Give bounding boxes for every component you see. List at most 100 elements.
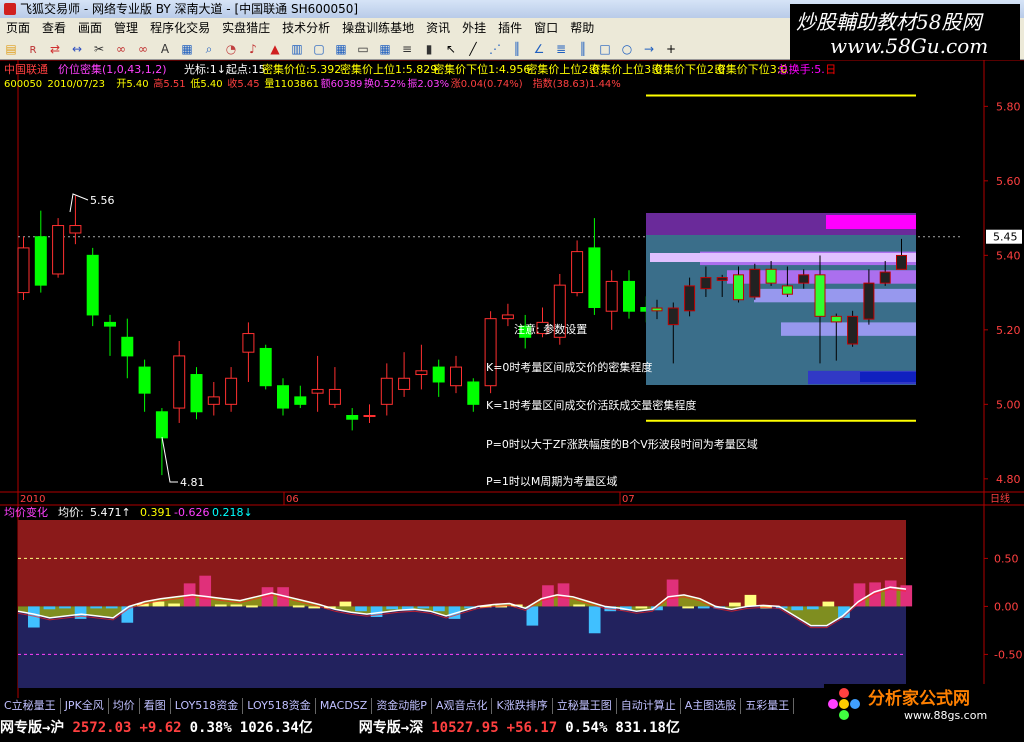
menu-item-9[interactable]: 外挂 xyxy=(456,18,492,38)
param-line: K=0时考量区间成交价的密集程度 xyxy=(486,360,652,374)
table-icon[interactable]: ▦ xyxy=(331,40,351,58)
text-icon[interactable]: A xyxy=(155,40,175,58)
indicator-tab[interactable]: LOY518资金 xyxy=(171,698,244,714)
sub-bar xyxy=(105,606,118,609)
thumb-candle xyxy=(879,271,891,284)
menu-item-12[interactable]: 帮助 xyxy=(564,18,600,38)
menu-item-11[interactable]: 窗口 xyxy=(528,18,564,38)
chart-icon[interactable]: ▥ xyxy=(287,40,307,58)
frame-icon[interactable]: ▭ xyxy=(353,40,373,58)
candle-body xyxy=(155,411,168,439)
indicator-tab[interactable]: 均价 xyxy=(109,698,140,714)
indicator-tab[interactable]: MACDSZ xyxy=(316,698,373,714)
low-label: 4.81 xyxy=(180,476,205,489)
indicator-tab[interactable]: A主图选股 xyxy=(681,698,742,714)
candle-body xyxy=(277,385,289,409)
candle-body xyxy=(121,336,134,357)
rect-icon[interactable]: □ xyxy=(595,40,615,58)
candle-body xyxy=(259,347,272,387)
thumb-candle xyxy=(863,282,875,320)
menu-item-2[interactable]: 画面 xyxy=(72,18,108,38)
quote-item: 2010/07/23 xyxy=(47,79,105,90)
fan-icon[interactable]: ⋰ xyxy=(485,40,505,58)
lines-icon[interactable]: ≣ xyxy=(551,40,571,58)
cursor-icon[interactable]: ↖ xyxy=(441,40,461,58)
header-item: 密集价下位2:0 xyxy=(652,62,725,76)
menu-item-1[interactable]: 查看 xyxy=(36,18,72,38)
bars-icon[interactable]: ║ xyxy=(507,40,527,58)
indicator-tab[interactable]: JPK全风 xyxy=(61,698,109,714)
menu-item-0[interactable]: 页面 xyxy=(0,18,36,38)
indicator-tab[interactable]: A观音点化 xyxy=(432,698,493,714)
indicator-tab[interactable]: 立秘量王图 xyxy=(553,698,617,714)
candle-body xyxy=(328,388,341,405)
k-icon[interactable]: ▮ xyxy=(419,40,439,58)
indicator-tab[interactable]: 看图 xyxy=(140,698,171,714)
quote-item: 开5.40 xyxy=(116,79,148,90)
menu-item-5[interactable]: 实盘猎庄 xyxy=(216,18,276,38)
window-title: 飞狐交易师 - 网络专业版 BY 深南大道 - [中国联通 SH600050] xyxy=(20,2,359,16)
header-item: 日 xyxy=(825,63,836,76)
rsi-icon[interactable]: ʀ xyxy=(23,40,43,58)
high-annotation-line xyxy=(69,193,89,213)
menu-item-6[interactable]: 技术分析 xyxy=(276,18,336,38)
menu-item-3[interactable]: 管理 xyxy=(108,18,144,38)
circle-icon[interactable]: ○ xyxy=(617,40,637,58)
grid-icon[interactable]: ▦ xyxy=(177,40,197,58)
grid2-icon[interactable]: ▦ xyxy=(375,40,395,58)
quote-item: 指数(38.63)1.44% xyxy=(533,77,621,90)
candle-body xyxy=(225,377,238,405)
bars2-icon[interactable]: ║ xyxy=(573,40,593,58)
menu-item-10[interactable]: 插件 xyxy=(492,18,528,38)
thumb-candle xyxy=(700,277,712,290)
indicator-tab[interactable]: K涨跌排序 xyxy=(492,698,553,714)
angle-icon[interactable]: ∠ xyxy=(529,40,549,58)
index-item: +56.17 xyxy=(506,720,558,736)
glasses-icon[interactable]: ∞ xyxy=(111,40,131,58)
candle-body xyxy=(207,396,220,405)
sub-bar xyxy=(121,606,134,623)
folder-icon[interactable]: ▤ xyxy=(1,40,21,58)
menu-item-4[interactable]: 程序化交易 xyxy=(144,18,216,38)
flower-petal-icon xyxy=(839,710,849,720)
thumb-candle xyxy=(749,268,761,298)
sub-avg-value: 5.471↑ xyxy=(90,506,131,519)
glasses2-icon[interactable]: ∞ xyxy=(133,40,153,58)
chart-area[interactable]: 中国联通 价位密集(1,0,43,1,2) 光标:1↓起点:15密集价位:5.392… xyxy=(0,60,1024,698)
sub-bar xyxy=(43,606,56,610)
current-price-label: 5.45 xyxy=(993,231,1018,244)
pie-icon[interactable]: ◔ xyxy=(221,40,241,58)
sub-bar xyxy=(199,575,212,607)
flower-center-icon xyxy=(839,699,849,709)
index-item: 网专版→沪 xyxy=(0,720,65,736)
indicator-tab[interactable]: LOY518资金 xyxy=(243,698,316,714)
y-axis-label: 5.60 xyxy=(996,175,1021,188)
param-line: K=1时考量区间成交价活跃成交量密集程度 xyxy=(486,398,696,412)
sub-bar xyxy=(90,606,102,609)
indicator-tab[interactable]: C立秘量王 xyxy=(0,698,61,714)
arrow-right-icon[interactable]: → xyxy=(639,40,659,58)
menu-item-7[interactable]: 操盘训练基地 xyxy=(336,18,420,38)
indicator-tab[interactable]: 五彩量王 xyxy=(741,698,795,714)
candle-body xyxy=(588,247,601,308)
header-item: 光标:1↓起点:15 xyxy=(184,62,266,76)
plus-icon[interactable]: + xyxy=(661,40,681,58)
search-icon[interactable]: ⌕ xyxy=(199,40,219,58)
knife-icon[interactable]: ✂ xyxy=(89,40,109,58)
candle-body xyxy=(484,318,497,387)
indicator-tab[interactable]: 资金动能P xyxy=(372,698,432,714)
density-band xyxy=(860,372,916,382)
bell-icon[interactable]: ♪ xyxy=(243,40,263,58)
list-icon[interactable]: ≡ xyxy=(397,40,417,58)
menu-item-8[interactable]: 资讯 xyxy=(420,18,456,38)
window-icon[interactable]: ▢ xyxy=(309,40,329,58)
quote-item: 换0.52% xyxy=(364,77,406,90)
pen-icon[interactable]: ╱ xyxy=(463,40,483,58)
swap-icon[interactable]: ↔ xyxy=(67,40,87,58)
quote-item: 涨0.04(0.74%) xyxy=(451,78,523,90)
index-ticker: 网专版→沪 2572.03 +9.62 0.38% 1026.34亿 网专版→深 10527… xyxy=(0,716,688,740)
warning-icon[interactable]: ▲ xyxy=(265,40,285,58)
indicator-tab[interactable]: 自动计算止 xyxy=(617,698,681,714)
candle-body xyxy=(86,254,99,316)
arrow-icon[interactable]: ⇄ xyxy=(45,40,65,58)
